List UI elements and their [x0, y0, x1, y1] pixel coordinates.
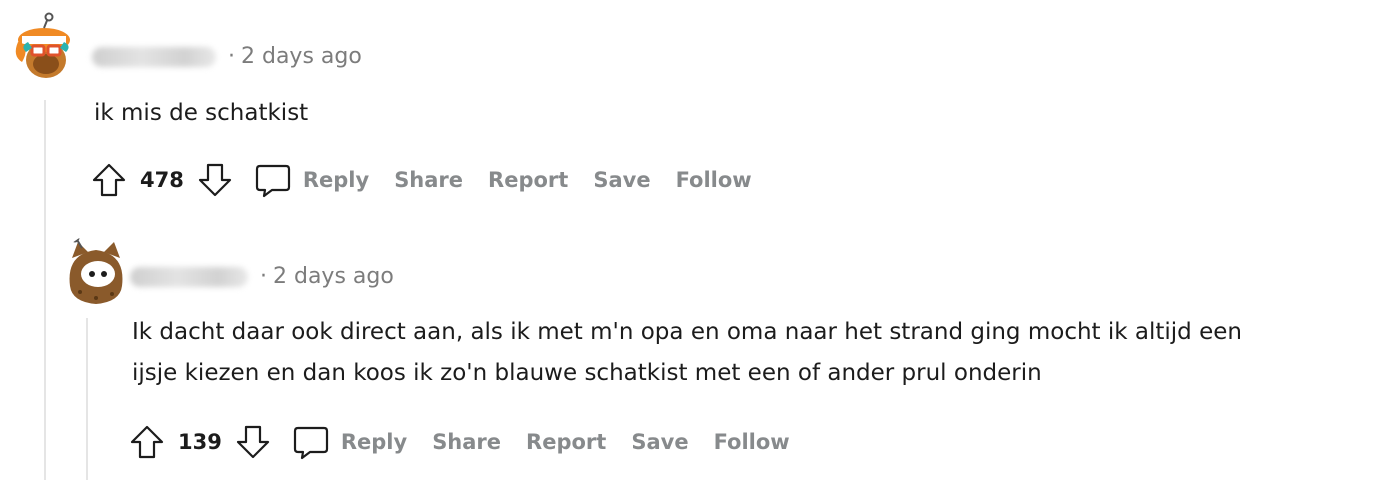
snoo-avatar-icon	[15, 12, 70, 78]
comment-actions: 478 Reply Share Report Save Follow	[90, 158, 777, 202]
avatar[interactable]	[8, 12, 80, 84]
upvote-icon[interactable]	[90, 161, 128, 199]
share-button[interactable]: Share	[432, 430, 501, 454]
snoo-avatar-icon	[69, 234, 123, 304]
vote-score: 478	[140, 168, 184, 192]
vote-score: 139	[178, 430, 222, 454]
save-button[interactable]: Save	[631, 430, 688, 454]
timestamp[interactable]: 2 days ago	[241, 44, 362, 69]
comment-text-line: Ik dacht daar ook direct aan, als ik met…	[132, 319, 1242, 345]
comment-text-line: ijsje kiezen en dan koos ik zo'n blauwe …	[132, 360, 1042, 386]
comment-meta: · 2 days ago	[92, 44, 362, 69]
thread-line-inner[interactable]	[86, 318, 88, 480]
timestamp[interactable]: 2 days ago	[273, 264, 394, 289]
comment-actions: 139 Reply Share Report Save Follow	[128, 420, 815, 464]
comment-bubble-icon	[255, 164, 290, 198]
report-button[interactable]: Report	[526, 430, 606, 454]
separator-dot: ·	[228, 44, 235, 69]
save-button[interactable]: Save	[593, 168, 650, 192]
upvote-icon[interactable]	[128, 423, 166, 461]
avatar[interactable]	[60, 234, 132, 306]
follow-button[interactable]: Follow	[714, 430, 790, 454]
comment-text-line: ik mis de schatkist	[94, 100, 309, 126]
username[interactable]	[92, 46, 216, 67]
downvote-icon[interactable]	[234, 423, 272, 461]
comment-body: ik mis de schatkist	[94, 93, 308, 134]
username[interactable]	[130, 266, 248, 287]
share-button[interactable]: Share	[394, 168, 463, 192]
reply-button[interactable]: Reply	[292, 423, 407, 461]
downvote-icon[interactable]	[196, 161, 234, 199]
reply-button[interactable]: Reply	[254, 161, 369, 199]
reply-label: Reply	[340, 430, 408, 454]
reply-label: Reply	[302, 168, 370, 192]
comment-bubble-icon	[293, 426, 328, 460]
comment-meta: · 2 days ago	[130, 264, 394, 289]
thread-line-outer[interactable]	[44, 100, 46, 480]
comment-body: Ik dacht daar ook direct aan, als ik met…	[132, 312, 1242, 394]
separator-dot: ·	[260, 264, 267, 289]
follow-button[interactable]: Follow	[676, 168, 752, 192]
report-button[interactable]: Report	[488, 168, 568, 192]
